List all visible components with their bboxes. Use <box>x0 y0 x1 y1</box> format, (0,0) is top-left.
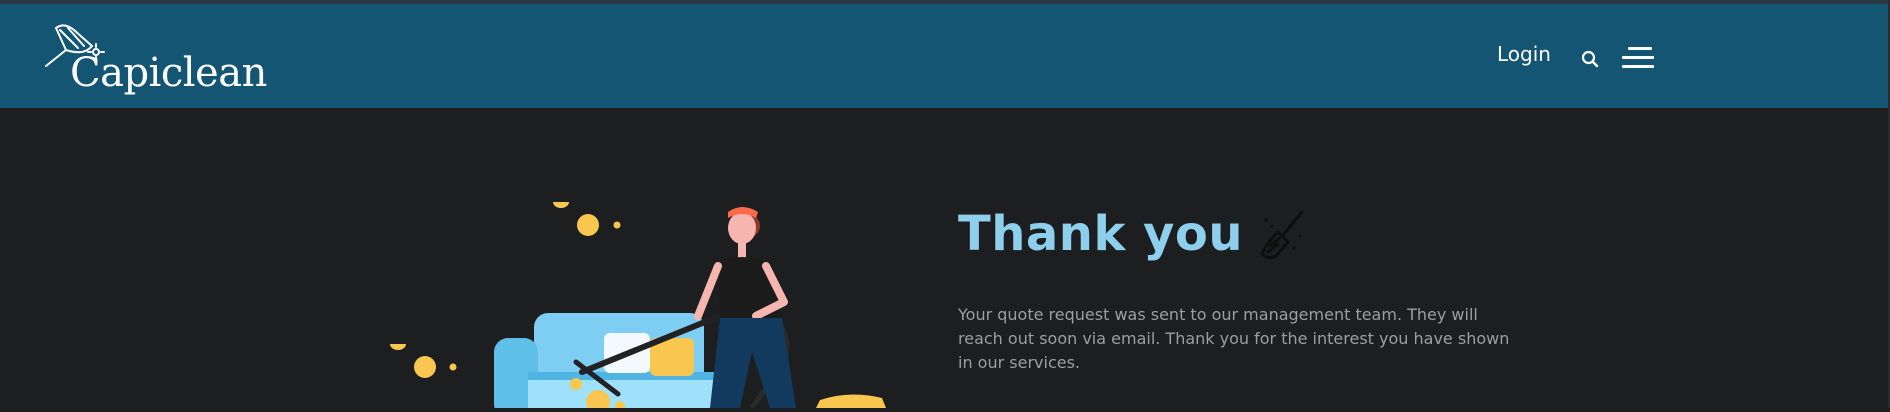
site-header: Capiclean Login <box>0 4 1890 108</box>
thank-you-heading: Thank you <box>958 206 1312 272</box>
brand-name: Capiclean <box>70 50 267 96</box>
confirmation-message: Your quote request was sent to our manag… <box>958 305 1510 372</box>
cleaning-illustration <box>380 192 900 412</box>
brand-logo[interactable]: Capiclean <box>44 20 267 100</box>
hamburger-menu-icon[interactable] <box>1622 47 1656 71</box>
search-icon <box>1581 50 1599 68</box>
login-link[interactable]: Login <box>1497 42 1551 66</box>
search-button[interactable] <box>1580 49 1600 69</box>
broom-icon <box>1260 210 1304 260</box>
page-title: Thank you <box>958 206 1244 262</box>
